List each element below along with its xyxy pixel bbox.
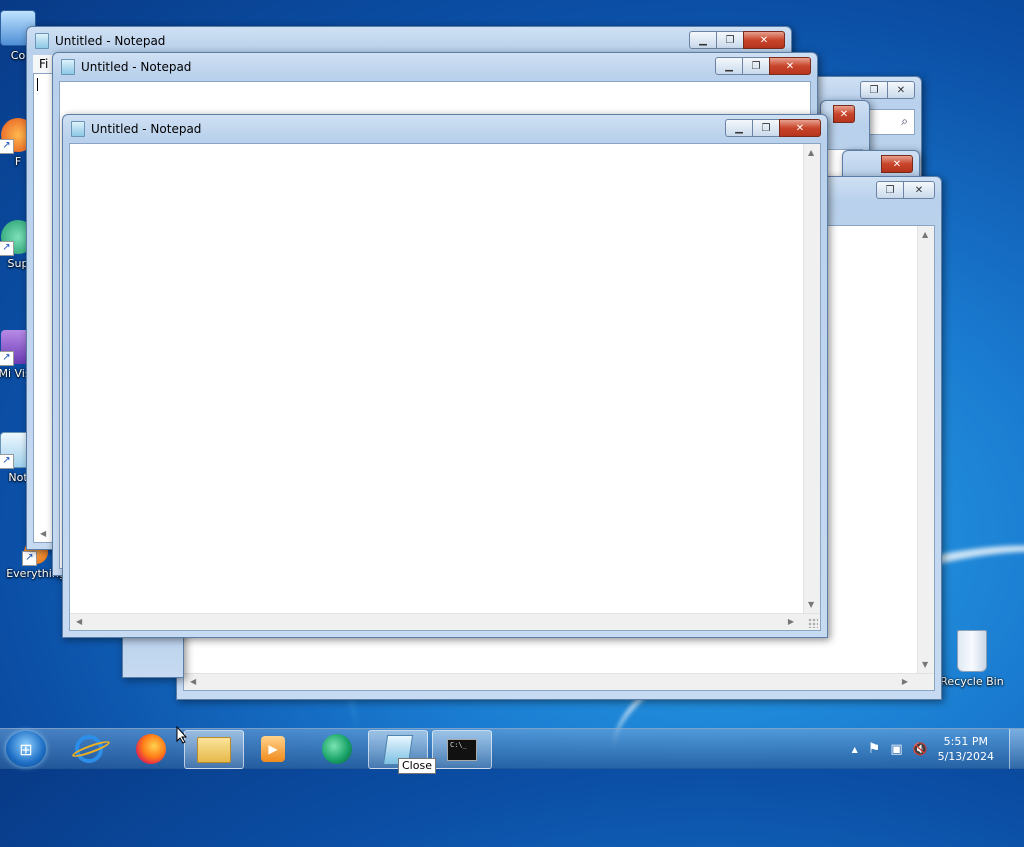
scroll-down-arrow[interactable]: ▼ <box>808 600 814 609</box>
close-button[interactable]: ✕ <box>881 155 913 173</box>
close-button[interactable]: ✕ <box>743 31 785 49</box>
notepad-window-active[interactable]: Untitled - Notepad ▁ ❐ ✕ ▲ ▼ ◀ ▶ <box>62 114 828 638</box>
shortcut-arrow-icon: ↗ <box>0 351 14 366</box>
media-player-icon[interactable]: ▶ <box>244 730 302 767</box>
maximize-button[interactable]: ❐ <box>716 31 744 49</box>
scroll-left-arrow[interactable]: ◀ <box>190 677 196 686</box>
window-controls: ❐ ✕ <box>860 81 915 99</box>
close-button[interactable]: ✕ <box>769 57 811 75</box>
clock-time: 5:51 PM <box>943 735 988 748</box>
notepad-icon <box>61 59 75 75</box>
window-title: Untitled - Notepad <box>61 59 191 75</box>
vertical-scrollbar[interactable]: ▲ ▼ <box>917 226 934 673</box>
maximize-button[interactable]: ❐ <box>752 119 780 137</box>
window-controls: ▁ ❐ ✕ <box>725 119 821 137</box>
notepad-icon <box>71 121 85 137</box>
desktop-icon-label: Co <box>10 49 26 62</box>
shortcut-arrow-icon: ↗ <box>22 551 37 566</box>
desktop-icon-label: Recycle Bin <box>940 675 1004 688</box>
horizontal-scrollbar[interactable]: ◀ ▶ <box>70 613 820 630</box>
scroll-up-arrow[interactable]: ▲ <box>808 148 814 157</box>
window-controls: ❐ ✕ <box>876 181 935 199</box>
scroll-down-arrow[interactable]: ▼ <box>922 660 928 669</box>
text-area[interactable]: ▲ ▼ ◀ ▶ <box>69 143 821 631</box>
tooltip: Close <box>398 758 436 774</box>
command-prompt-icon[interactable]: C:\_ <box>432 730 492 769</box>
firefox-icon[interactable] <box>122 730 180 767</box>
scroll-up-arrow[interactable]: ▲ <box>922 230 928 239</box>
start-button[interactable]: ⊞ <box>6 731 46 767</box>
menu-file[interactable]: Fi <box>39 57 48 71</box>
cmd-glyph: C:\_ <box>447 738 477 761</box>
recycle-bin-icon[interactable]: Recycle Bin <box>936 630 1008 688</box>
shortcut-arrow-icon: ↗ <box>0 139 14 154</box>
window-title-text: Untitled - Notepad <box>55 34 166 48</box>
mouse-cursor-icon <box>176 726 188 744</box>
action-center-flag-icon[interactable]: ⚑ <box>868 741 881 757</box>
maximize-button[interactable]: ❐ <box>876 181 904 199</box>
minimize-button[interactable]: ▁ <box>725 119 753 137</box>
window-controls: ▁ ❐ ✕ <box>715 57 811 75</box>
notepad-icon <box>35 33 49 49</box>
window-title: Untitled - Notepad <box>35 33 165 49</box>
maximize-button[interactable]: ❐ <box>742 57 770 75</box>
window-controls: ✕ <box>881 155 913 173</box>
clock[interactable]: 5:51 PM 5/13/2024 <box>938 734 994 764</box>
minimize-button[interactable]: ▁ <box>715 57 743 75</box>
maximize-button[interactable]: ❐ <box>860 81 888 99</box>
clock-date: 5/13/2024 <box>937 750 994 763</box>
tray-chevron-icon[interactable]: ▲ <box>852 745 858 754</box>
window-title-text: Untitled - Notepad <box>91 122 202 136</box>
volume-muted-icon[interactable]: 🔇 <box>913 742 928 756</box>
window-title: Untitled - Notepad <box>71 121 201 137</box>
taskbar: ⊞ ▶ C:\_ ▲ ⚑ ▣ 🔇 5:51 PM 5/13/2024 <box>0 728 1024 769</box>
scroll-right-arrow[interactable]: ▶ <box>902 677 908 686</box>
close-button[interactable]: ✕ <box>833 105 855 123</box>
close-button[interactable]: ✕ <box>903 181 935 199</box>
resize-grip[interactable] <box>808 618 818 628</box>
desktop-icon-label: F <box>14 155 22 168</box>
scroll-right-arrow[interactable]: ▶ <box>788 617 794 626</box>
edge-dev-icon[interactable] <box>308 730 366 767</box>
desktop-icon-label: Not <box>8 471 28 484</box>
vertical-scrollbar[interactable]: ▲ ▼ <box>803 144 820 613</box>
window-controls: ✕ <box>833 105 855 123</box>
window-title-text: Untitled - Notepad <box>81 60 192 74</box>
windows-logo-icon: ⊞ <box>19 739 33 759</box>
shortcut-arrow-icon: ↗ <box>0 241 14 256</box>
search-icon[interactable]: ⌕ <box>901 114 908 129</box>
shortcut-arrow-icon: ↗ <box>0 454 14 469</box>
close-button[interactable]: ✕ <box>887 81 915 99</box>
horizontal-scrollbar[interactable]: ◀ ▶ <box>184 673 934 690</box>
window-controls: ▁ ❐ ✕ <box>689 31 785 49</box>
close-button[interactable]: ✕ <box>779 119 821 137</box>
scroll-left-arrow[interactable]: ◀ <box>76 617 82 626</box>
minimize-button[interactable]: ▁ <box>689 31 717 49</box>
scroll-left-arrow[interactable]: ◀ <box>40 529 46 538</box>
network-icon[interactable]: ▣ <box>890 742 902 757</box>
show-desktop-button[interactable] <box>1009 729 1024 769</box>
file-explorer-icon[interactable] <box>184 730 244 769</box>
text-cursor <box>37 78 38 91</box>
internet-explorer-icon[interactable] <box>60 730 118 767</box>
system-tray: ▲ ⚑ ▣ 🔇 5:51 PM 5/13/2024 <box>852 729 994 769</box>
